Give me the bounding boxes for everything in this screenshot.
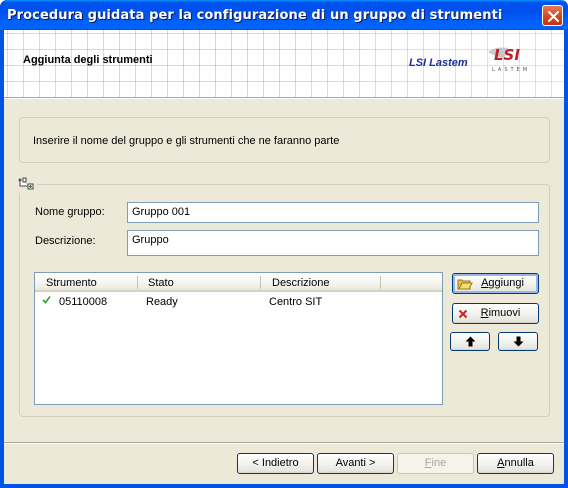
- logo-text: LSI: [494, 46, 520, 64]
- page-title: Aggiunta degli strumenti: [23, 54, 153, 66]
- cell-descrizione: Centro SIT: [269, 296, 323, 308]
- brand-text: LSI Lastem: [409, 57, 468, 69]
- move-down-button[interactable]: [498, 332, 538, 351]
- checkmark-icon: [42, 296, 51, 304]
- window-title: Procedura guidata per la configurazione …: [7, 8, 503, 23]
- wizard-window: Procedura guidata per la configurazione …: [0, 0, 568, 488]
- instruments-list[interactable]: Strumento Stato Descrizione 05110008 Rea…: [34, 272, 443, 405]
- description-field[interactable]: Gruppo: [127, 230, 539, 256]
- column-header-stato[interactable]: Stato: [148, 277, 174, 289]
- delete-x-icon: [458, 309, 468, 319]
- list-header: Strumento Stato Descrizione: [35, 273, 442, 292]
- back-button[interactable]: < Indietro: [237, 453, 314, 474]
- column-header-strumento[interactable]: Strumento: [46, 277, 97, 289]
- add-instrument-group-icon: [17, 177, 37, 193]
- close-button[interactable]: [542, 5, 563, 26]
- next-button[interactable]: Avanti >: [317, 453, 394, 474]
- intro-text: Inserire il nome del gruppo e gli strume…: [33, 135, 340, 147]
- list-item[interactable]: 05110008 Ready Centro SIT: [35, 293, 442, 310]
- cell-strumento: 05110008: [59, 296, 108, 308]
- wizard-client-area: Aggiunta degli strumenti LSI Lastem LSI …: [4, 30, 564, 484]
- lsi-lastem-logo: LSI LASTEM: [488, 46, 530, 73]
- remove-button[interactable]: Rimuovi: [452, 303, 539, 324]
- window-frame-bottom: [0, 484, 568, 488]
- folder-open-icon: [457, 279, 473, 290]
- wizard-header: Aggiunta degli strumenti LSI Lastem LSI …: [4, 30, 564, 97]
- finish-button[interactable]: Fine: [397, 453, 474, 474]
- group-name-field[interactable]: Gruppo 001: [127, 202, 539, 223]
- description-label: Descrizione:: [35, 235, 96, 247]
- intro-panel: Inserire il nome del gruppo e gli strume…: [19, 117, 550, 163]
- arrow-down-icon: [513, 336, 524, 347]
- add-button[interactable]: Aggiungi: [452, 273, 539, 294]
- close-icon: [548, 11, 559, 22]
- arrow-up-icon: [465, 336, 476, 347]
- column-header-descrizione[interactable]: Descrizione: [272, 277, 329, 289]
- window-frame-right: [564, 30, 568, 488]
- title-bar[interactable]: Procedura guidata per la configurazione …: [0, 0, 568, 30]
- logo-subtext: LASTEM: [492, 67, 530, 73]
- cancel-button[interactable]: Annulla: [477, 453, 554, 474]
- move-up-button[interactable]: [450, 332, 490, 351]
- group-name-label: Nome gruppo:: [35, 206, 105, 218]
- cell-stato: Ready: [146, 296, 178, 308]
